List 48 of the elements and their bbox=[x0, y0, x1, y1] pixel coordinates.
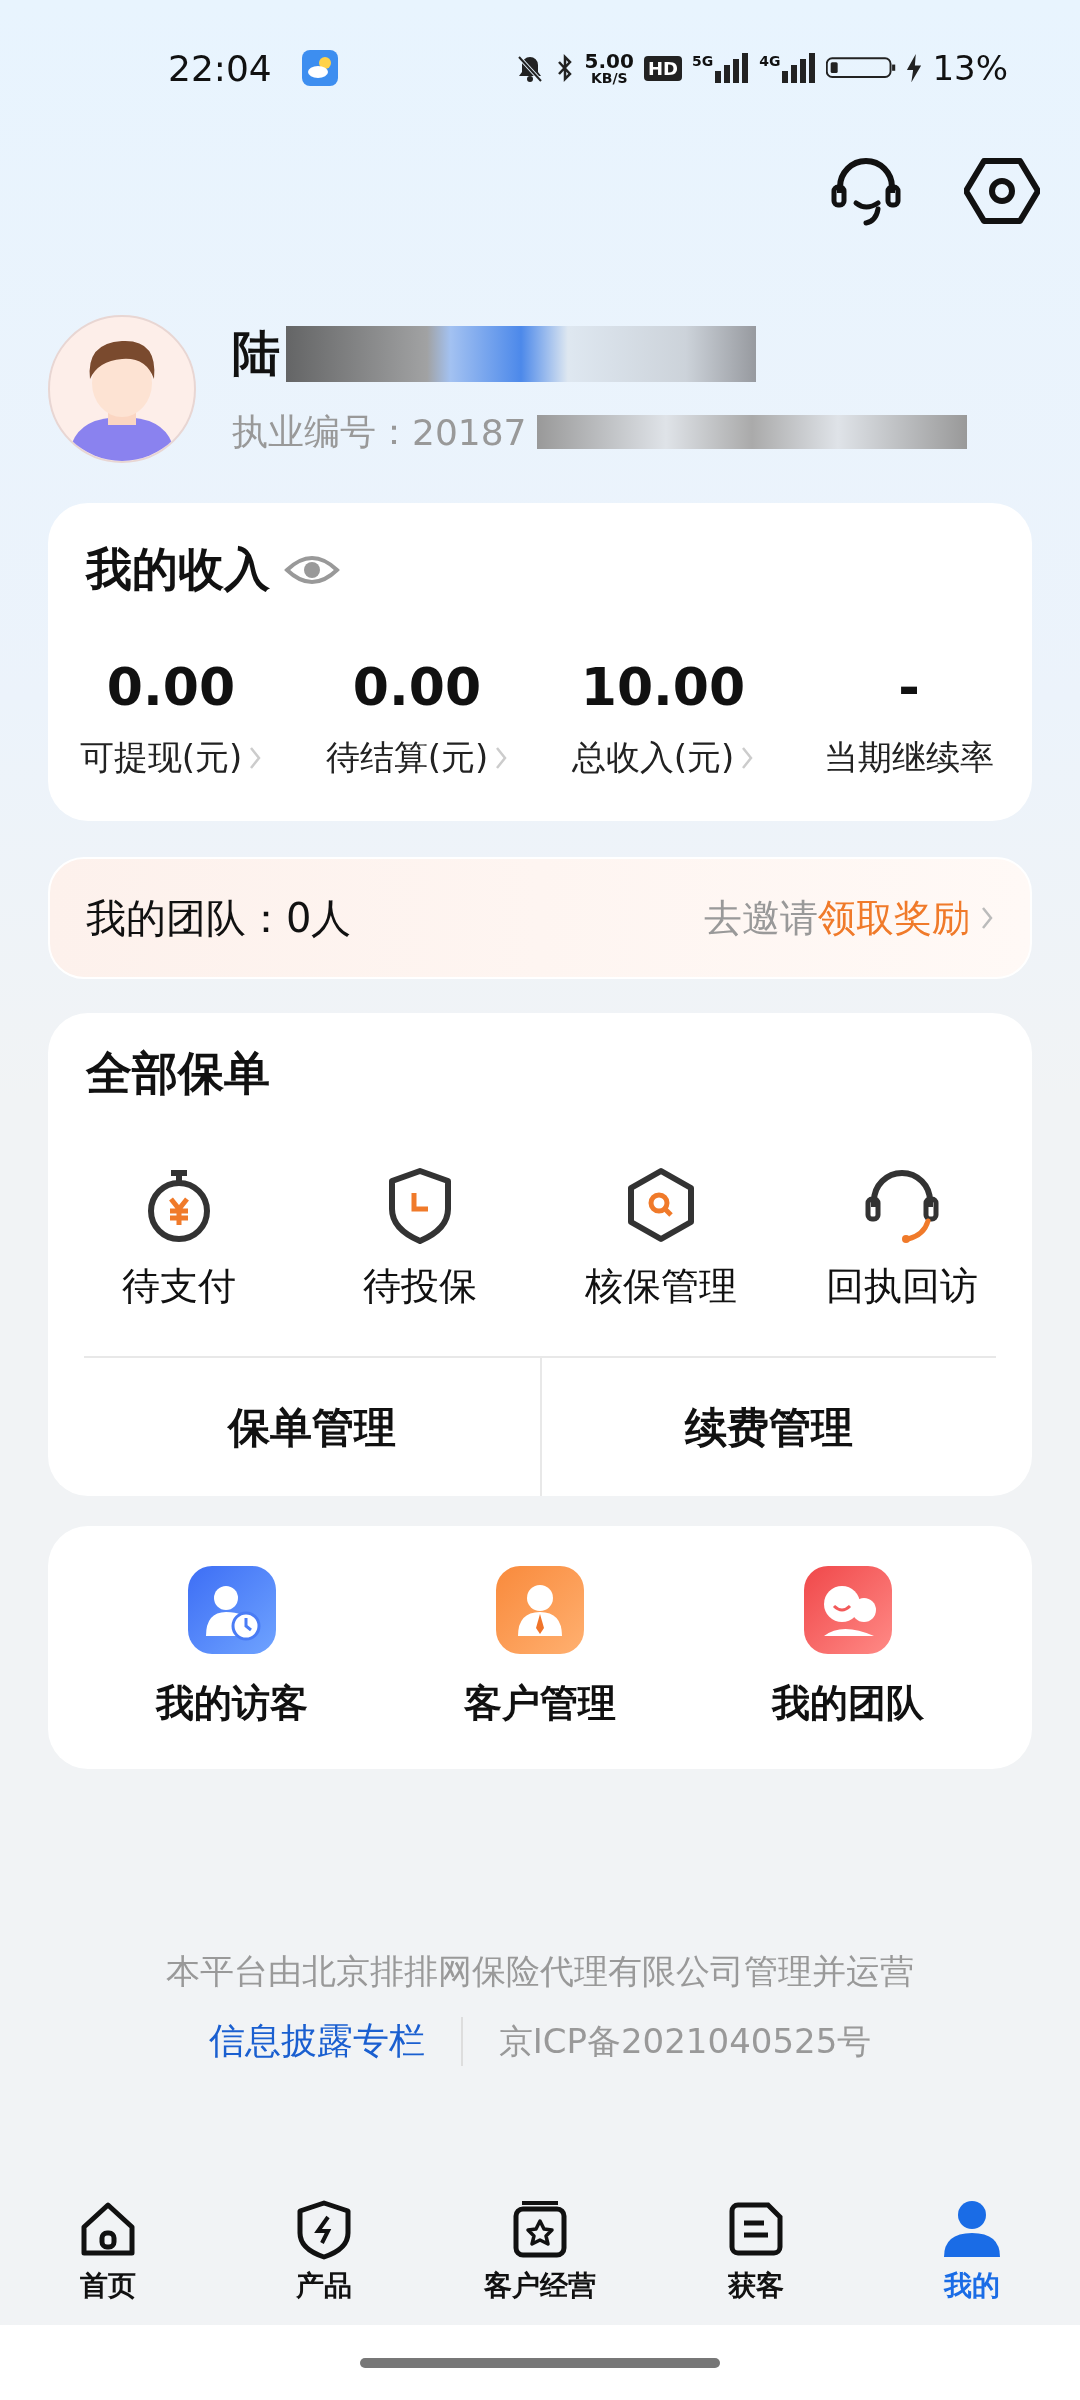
nav-tab[interactable]: 我的 bbox=[864, 2197, 1080, 2305]
icp-number: 京ICP备2021040525号 bbox=[497, 2019, 872, 2063]
signal-icon bbox=[782, 53, 817, 83]
network-type: 4G bbox=[759, 53, 781, 69]
shortcut-item[interactable]: 我的团队 bbox=[694, 1566, 1002, 1729]
team-banner[interactable]: 我的团队：0人 去邀请领取奖励 bbox=[48, 857, 1032, 979]
nav-tab[interactable]: 首页 bbox=[0, 2197, 216, 2305]
stat-label: 当期继续率 bbox=[824, 736, 994, 779]
operator-notice: 本平台由北京排排网保险代理有限公司管理并运营 bbox=[166, 1950, 914, 1993]
stat-label[interactable]: 总收入(元) bbox=[571, 735, 735, 781]
battery-icon bbox=[826, 56, 897, 80]
disclosure-link[interactable]: 信息披露专栏 bbox=[208, 2017, 463, 2066]
stat-value: - bbox=[898, 657, 920, 717]
user-name: 陆 bbox=[232, 323, 280, 383]
license-number: 20187 bbox=[412, 411, 527, 453]
two-people-icon bbox=[804, 1566, 892, 1654]
nav-tab[interactable]: 获客 bbox=[648, 2197, 864, 2305]
speed-unit: KB/S bbox=[590, 71, 628, 85]
weather-icon bbox=[301, 50, 338, 86]
card-title: 我的收入 bbox=[86, 541, 270, 598]
policy-shortcut[interactable]: 核保管理 bbox=[540, 1165, 781, 1312]
stat-label[interactable]: 可提现(元) bbox=[79, 735, 243, 781]
home-indicator[interactable] bbox=[360, 2357, 720, 2368]
stat-value: 0.00 bbox=[106, 657, 236, 717]
battery-percent: 13% bbox=[932, 48, 1008, 88]
policy-shortcut[interactable]: 待支付 bbox=[58, 1165, 299, 1312]
shortcut-item[interactable]: 我的访客 bbox=[78, 1566, 386, 1729]
policy-shortcut[interactable]: 回执回访 bbox=[781, 1165, 1022, 1312]
stat-value: 10.00 bbox=[580, 657, 746, 717]
person-tie-icon bbox=[496, 1566, 584, 1654]
license-label: 执业编号： bbox=[232, 409, 412, 454]
policy-action-button[interactable]: 保单管理 bbox=[84, 1358, 540, 1496]
network-type: 5G bbox=[691, 53, 714, 69]
network-speed: 5.00 bbox=[584, 51, 634, 71]
clock-time: 22:04 bbox=[168, 47, 272, 89]
charging-icon bbox=[906, 53, 923, 83]
hd-badge: HD bbox=[643, 55, 682, 81]
stat-value: 0.00 bbox=[352, 657, 482, 717]
stat-label[interactable]: 待结算(元) bbox=[325, 735, 489, 781]
policy-action-button[interactable]: 续费管理 bbox=[540, 1358, 996, 1496]
nav-tab[interactable]: 产品 bbox=[216, 2197, 432, 2305]
signal-icon bbox=[715, 53, 750, 83]
shortcut-item[interactable]: 客户管理 bbox=[386, 1566, 694, 1729]
team-count: 我的团队：0人 bbox=[86, 893, 352, 943]
policy-shortcut[interactable]: 待投保 bbox=[299, 1165, 540, 1312]
nav-tab[interactable]: 客户经营 bbox=[432, 2197, 648, 2305]
person-clock-icon bbox=[188, 1566, 276, 1654]
card-title: 全部保单 bbox=[84, 1045, 271, 1102]
